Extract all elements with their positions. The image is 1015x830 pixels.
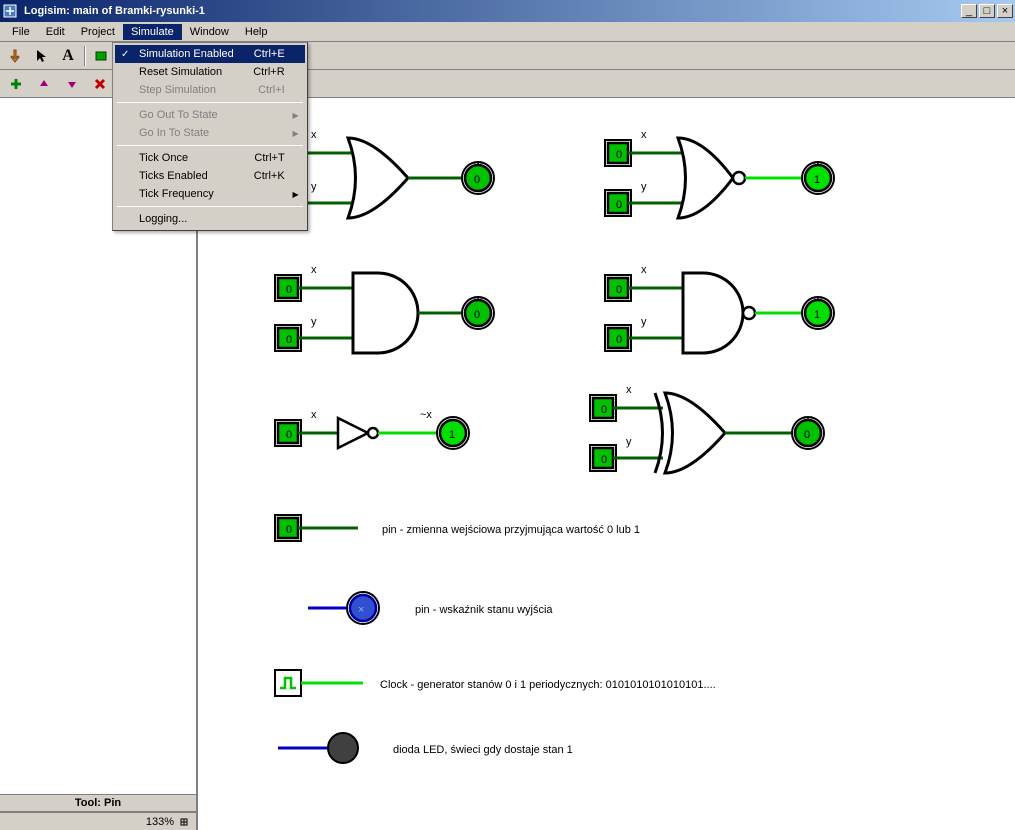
move-up-tool[interactable] xyxy=(32,72,56,96)
svg-text:0: 0 xyxy=(601,454,607,466)
dropdown-item-9[interactable]: Tick Frequency▶ xyxy=(115,185,305,203)
titlebar: Logisim: main of Bramki-rysunki-1 _ □ × xyxy=(0,0,1015,22)
app-icon xyxy=(2,3,18,19)
delete-tool[interactable] xyxy=(88,72,112,96)
menu-window[interactable]: Window xyxy=(182,24,237,40)
canvas[interactable]: 0 x 0 y w 0 0 x 0 y xyxy=(198,98,1015,830)
svg-text:×: × xyxy=(358,604,364,616)
circuit-svg: 0 x 0 y w 0 0 x 0 y xyxy=(198,98,1015,830)
svg-text:0: 0 xyxy=(286,334,292,346)
svg-text:0: 0 xyxy=(286,524,292,536)
svg-text:0: 0 xyxy=(474,309,480,321)
svg-text:dioda LED, świeci gdy dostaje: dioda LED, świeci gdy dostaje stan 1 xyxy=(393,744,573,756)
dropdown-item-4: Go Out To State▶ xyxy=(115,106,305,124)
pin-input-tool[interactable] xyxy=(90,44,114,68)
text-tool[interactable]: A xyxy=(56,44,80,68)
svg-text:0: 0 xyxy=(474,174,480,186)
svg-text:x: x xyxy=(311,264,317,276)
menu-simulate[interactable]: Simulate xyxy=(123,24,182,40)
menu-edit[interactable]: Edit xyxy=(38,24,73,40)
maximize-button[interactable]: □ xyxy=(979,4,995,18)
svg-text:1: 1 xyxy=(814,174,820,186)
dropdown-item-5: Go In To State▶ xyxy=(115,124,305,142)
svg-text:y: y xyxy=(311,316,317,328)
move-down-tool[interactable] xyxy=(60,72,84,96)
svg-text:~x: ~x xyxy=(420,409,432,421)
menu-help[interactable]: Help xyxy=(237,24,276,40)
svg-text:0: 0 xyxy=(616,284,622,296)
svg-text:0: 0 xyxy=(804,429,810,441)
svg-text:x: x xyxy=(311,409,317,421)
svg-text:pin - zmienna wejściowa przyj: pin - zmienna wejściowa przyjmująca wart… xyxy=(382,524,640,536)
dropdown-item-2: Step SimulationCtrl+I xyxy=(115,81,305,99)
simulate-dropdown: ✓Simulation EnabledCtrl+EReset Simulatio… xyxy=(112,42,308,231)
svg-text:pin - wskaźnik stanu wyjścia: pin - wskaźnik stanu wyjścia xyxy=(415,604,553,616)
svg-text:1: 1 xyxy=(449,429,455,441)
svg-text:1: 1 xyxy=(814,309,820,321)
dropdown-item-0[interactable]: ✓Simulation EnabledCtrl+E xyxy=(115,45,305,63)
menu-project[interactable]: Project xyxy=(73,24,123,40)
add-circuit-tool[interactable] xyxy=(4,72,28,96)
dropdown-item-1[interactable]: Reset SimulationCtrl+R xyxy=(115,63,305,81)
close-button[interactable]: × xyxy=(997,4,1013,18)
svg-text:0: 0 xyxy=(286,284,292,296)
svg-text:x: x xyxy=(626,384,632,396)
svg-text:y: y xyxy=(641,316,647,328)
poke-tool[interactable] xyxy=(4,44,28,68)
svg-text:y: y xyxy=(626,436,632,448)
minimize-button[interactable]: _ xyxy=(961,4,977,18)
svg-text:0: 0 xyxy=(601,404,607,416)
select-tool[interactable] xyxy=(30,44,54,68)
dropdown-item-7[interactable]: Tick OnceCtrl+T xyxy=(115,149,305,167)
zoom-status: 133% xyxy=(0,812,196,830)
zoom-value: 133% xyxy=(146,816,174,828)
svg-text:x: x xyxy=(641,129,647,141)
svg-text:0: 0 xyxy=(616,334,622,346)
dropdown-item-11[interactable]: Logging... xyxy=(115,210,305,228)
svg-text:y: y xyxy=(311,181,317,193)
props-header: Tool: Pin xyxy=(0,794,196,811)
svg-text:x: x xyxy=(641,264,647,276)
svg-text:y: y xyxy=(641,181,647,193)
dropdown-item-8[interactable]: Ticks EnabledCtrl+K xyxy=(115,167,305,185)
svg-text:x: x xyxy=(311,129,317,141)
svg-text:Clock - generator stanów 0 i: Clock - generator stanów 0 i 1 periodycz… xyxy=(380,679,716,691)
svg-text:0: 0 xyxy=(616,149,622,161)
menubar: File Edit Project Simulate Window Help xyxy=(0,22,1015,42)
window-title: Logisim: main of Bramki-rysunki-1 xyxy=(22,5,961,17)
zoom-icon[interactable] xyxy=(178,816,190,828)
svg-text:0: 0 xyxy=(616,199,622,211)
menu-file[interactable]: File xyxy=(4,24,38,40)
svg-text:0: 0 xyxy=(286,429,292,441)
